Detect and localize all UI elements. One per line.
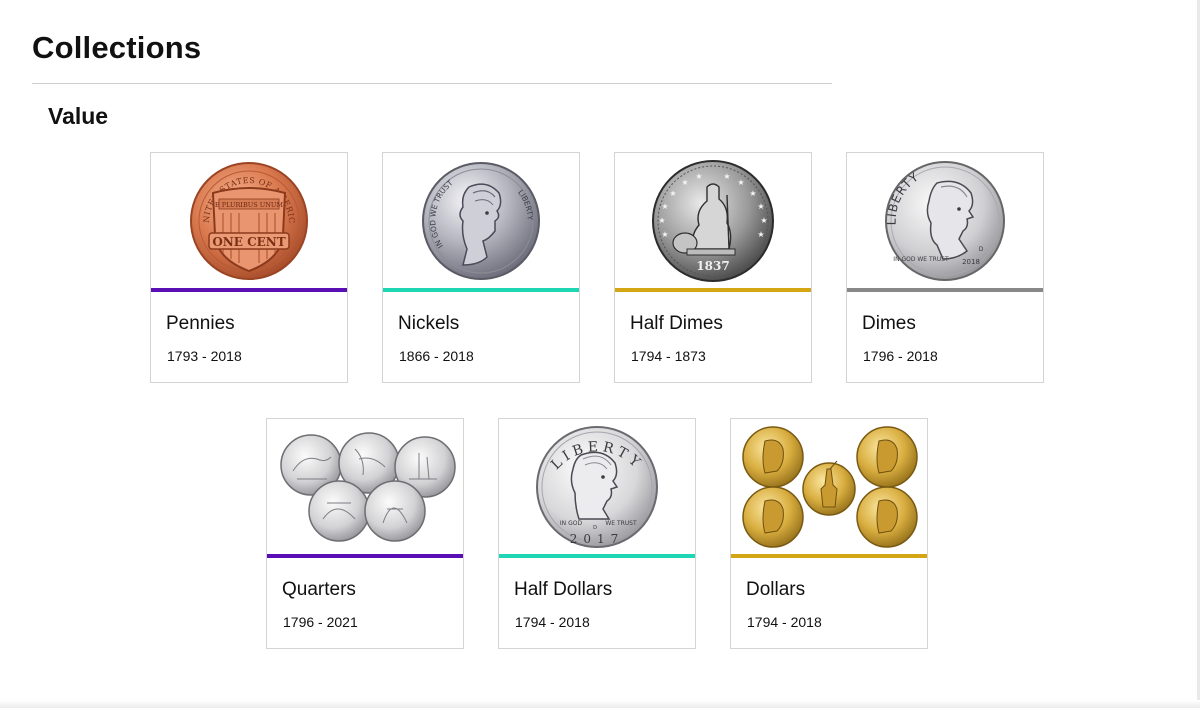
half-dimes-color-bar <box>615 288 811 292</box>
card-title: Nickels <box>398 313 460 334</box>
dollars-color-bar <box>731 554 927 558</box>
card-title: Quarters <box>282 579 356 600</box>
dimes-color-bar <box>847 288 1043 292</box>
dime-image: LIBERTY IN GOD WE TRUST 2018 D <box>847 153 1043 288</box>
svg-text:2017: 2017 <box>570 532 625 546</box>
nickels-color-bar <box>383 288 579 292</box>
collection-card-nickels[interactable]: IN GOD WE TRUST LIBERTY Nickels 1866 - 2… <box>382 152 580 383</box>
svg-text:★: ★ <box>658 216 665 225</box>
card-title: Dimes <box>862 313 916 334</box>
card-date-range: 1796 - 2021 <box>283 614 358 630</box>
svg-text:★: ★ <box>723 172 730 181</box>
dollars-image <box>731 419 927 554</box>
svg-text:★: ★ <box>661 230 668 239</box>
quarters-image <box>267 419 463 554</box>
svg-text:★: ★ <box>749 189 756 198</box>
half-dollars-color-bar <box>499 554 695 558</box>
svg-text:★: ★ <box>669 189 676 198</box>
penny-image: UNITED STATES OF AMERICA E PLURIBUS UNUM… <box>151 153 347 288</box>
collection-card-quarters[interactable]: Quarters 1796 - 2021 <box>266 418 464 649</box>
svg-text:★: ★ <box>737 178 744 187</box>
collection-card-pennies[interactable]: UNITED STATES OF AMERICA E PLURIBUS UNUM… <box>150 152 348 383</box>
svg-text:IN GOD WE TRUST: IN GOD WE TRUST <box>893 256 949 263</box>
card-title: Dollars <box>746 579 806 600</box>
quarters-color-bar <box>267 554 463 558</box>
card-date-range: 1793 - 2018 <box>167 348 242 364</box>
svg-text:WE TRUST: WE TRUST <box>605 520 637 527</box>
card-date-range: 1794 - 2018 <box>515 614 590 630</box>
svg-text:★: ★ <box>661 202 668 211</box>
svg-text:★: ★ <box>695 172 702 181</box>
card-date-range: 1794 - 1873 <box>631 348 706 364</box>
card-title: Pennies <box>166 313 235 334</box>
svg-text:ONE CENT: ONE CENT <box>212 235 285 249</box>
svg-text:IN GOD: IN GOD <box>560 520 583 527</box>
card-date-range: 1794 - 2018 <box>747 614 822 630</box>
svg-text:★: ★ <box>681 178 688 187</box>
pennies-color-bar <box>151 288 347 292</box>
svg-text:★: ★ <box>757 230 764 239</box>
svg-text:D: D <box>979 246 984 253</box>
svg-text:★: ★ <box>760 216 767 225</box>
title-divider <box>32 83 832 84</box>
card-title: Half Dollars <box>514 579 613 600</box>
section-title-value: Value <box>48 103 109 129</box>
card-date-range: 1796 - 2018 <box>863 348 938 364</box>
nickel-image: IN GOD WE TRUST LIBERTY <box>383 153 579 288</box>
svg-text:2018: 2018 <box>962 258 980 266</box>
collection-card-dimes[interactable]: LIBERTY IN GOD WE TRUST 2018 D Dimes 179… <box>846 152 1044 383</box>
collection-card-dollars[interactable]: Dollars 1794 - 2018 <box>730 418 928 649</box>
svg-text:1837: 1837 <box>696 259 729 273</box>
collection-card-half-dimes[interactable]: ★ ★ ★ ★ ★ ★ ★ ★ ★ ★ ★ ★ 1837 Half Dimes 1794 - 1… <box>614 152 812 383</box>
window-bottom-edge <box>0 700 1200 708</box>
svg-text:E PLURIBUS UNUM: E PLURIBUS UNUM <box>215 201 284 209</box>
half-dollar-image: LIBERTY IN GOD WE TRUST 2017 D <box>499 419 695 554</box>
card-date-range: 1866 - 2018 <box>399 348 474 364</box>
card-title: Half Dimes <box>630 313 723 334</box>
svg-text:★: ★ <box>757 202 764 211</box>
page-title: Collections <box>32 30 202 65</box>
half-dime-image: ★ ★ ★ ★ ★ ★ ★ ★ ★ ★ ★ ★ 1837 <box>615 153 811 288</box>
collection-card-half-dollars[interactable]: LIBERTY IN GOD WE TRUST 2017 D Half Doll… <box>498 418 696 649</box>
svg-text:D: D <box>593 525 597 531</box>
